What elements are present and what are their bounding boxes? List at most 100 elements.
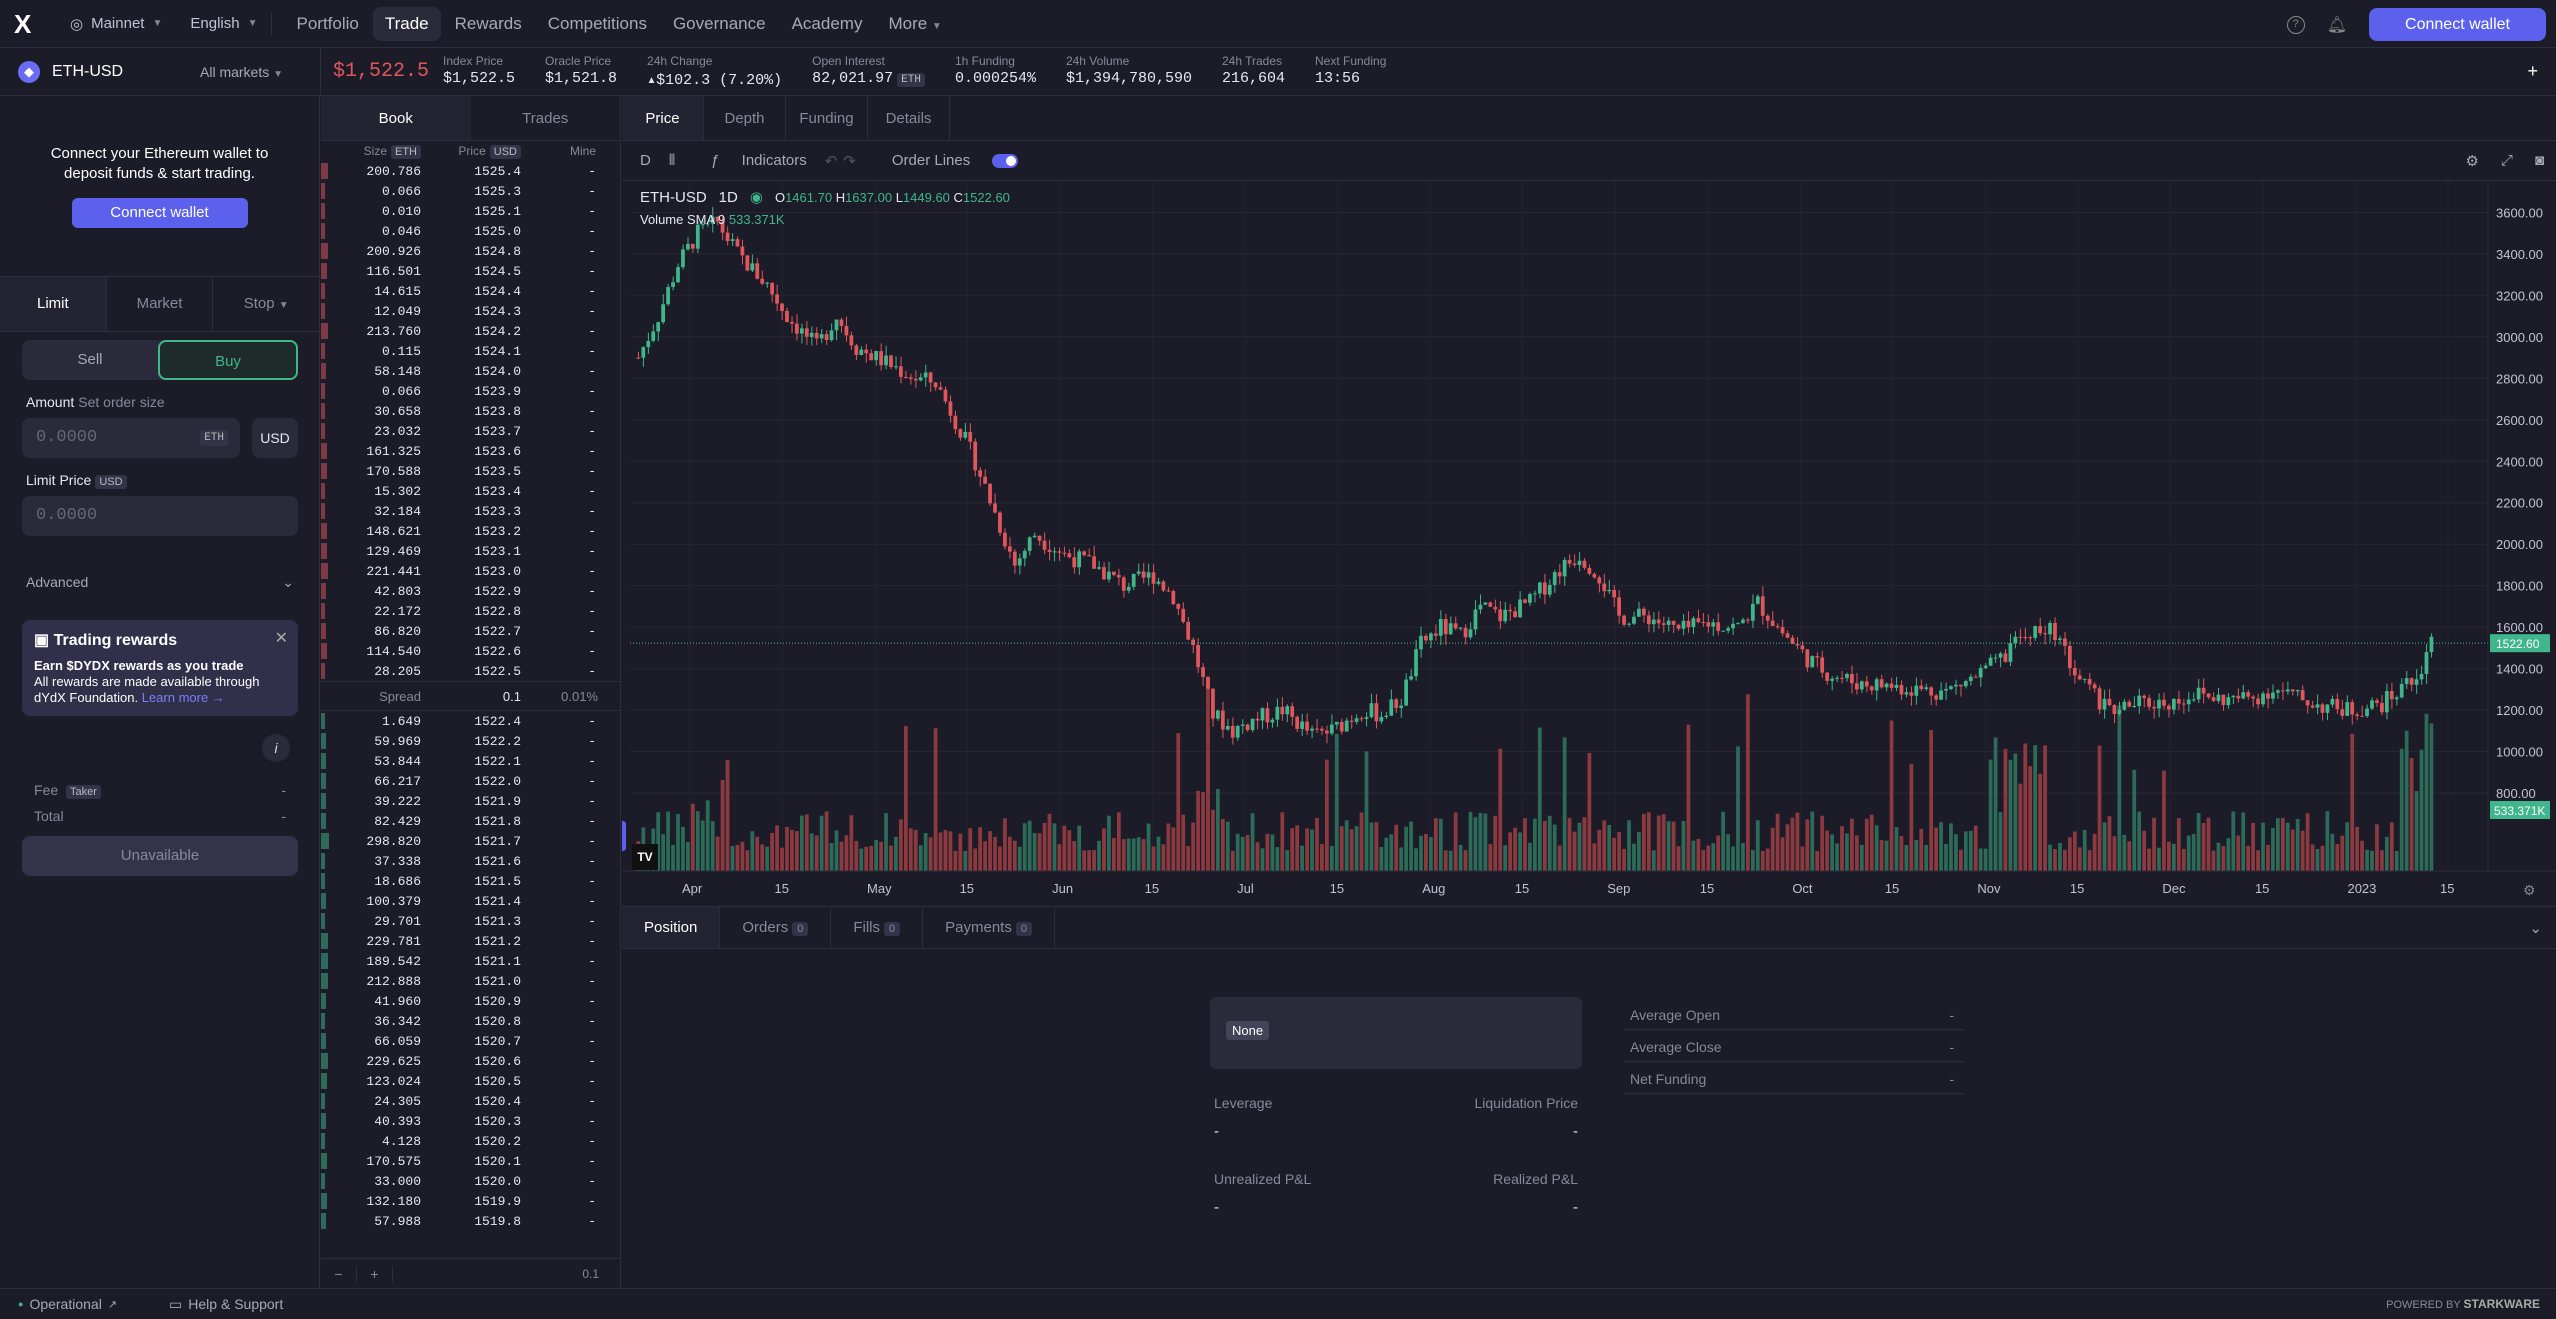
orderbook-row[interactable]: 22.172 1522.8 - <box>321 601 620 621</box>
sell-button[interactable]: Sell <box>22 340 158 380</box>
orderbook-row[interactable]: 0.046 1525.0 - <box>321 221 620 241</box>
buy-button[interactable]: Buy <box>158 340 298 380</box>
orderbook-row[interactable]: 0.066 1523.9 - <box>321 381 620 401</box>
orderbook-row[interactable]: 41.960 1520.9 - <box>321 991 620 1011</box>
orderbook-row[interactable]: 29.701 1521.3 - <box>321 911 620 931</box>
interval-button[interactable]: D <box>640 152 651 169</box>
redo-icon[interactable]: ↷ <box>843 152 856 170</box>
orderbook-row[interactable]: 14.615 1524.4 - <box>321 281 620 301</box>
orderbook-row[interactable]: 40.393 1520.3 - <box>321 1111 620 1131</box>
orderbook-row[interactable]: 66.059 1520.7 - <box>321 1031 620 1051</box>
orderbook-row[interactable]: 148.621 1523.2 - <box>321 521 620 541</box>
tab-depth[interactable]: Depth <box>704 96 786 140</box>
nav-academy[interactable]: Academy <box>780 7 875 41</box>
orderbook-row[interactable]: 132.180 1519.9 - <box>321 1191 620 1211</box>
info-icon[interactable]: i <box>262 734 290 762</box>
limit-price-input[interactable]: 0.0000 <box>22 496 298 536</box>
tab-fills[interactable]: Fills 0 <box>831 907 924 948</box>
nav-competitions[interactable]: Competitions <box>536 7 659 41</box>
order-lines-toggle[interactable]: Order Lines <box>874 152 1019 169</box>
tab-limit[interactable]: Limit <box>0 277 107 331</box>
orderbook-row[interactable]: 0.066 1525.3 - <box>321 181 620 201</box>
tab-details[interactable]: Details <box>868 96 950 140</box>
all-markets-dropdown[interactable]: All markets ▼ <box>200 64 320 80</box>
learn-more-link[interactable]: Learn more → <box>142 690 225 705</box>
price-chart[interactable]: 3800.003600.003400.003200.003000.002800.… <box>622 181 2556 906</box>
advanced-toggle[interactable]: Advanced ⌄ <box>26 574 294 591</box>
nav-more[interactable]: More ▼ <box>876 7 953 41</box>
orderbook-row[interactable]: 100.379 1521.4 - <box>321 891 620 911</box>
usd-toggle-button[interactable]: USD <box>252 418 298 458</box>
orderbook-row[interactable]: 116.501 1524.5 - <box>321 261 620 281</box>
orderbook-row[interactable]: 59.969 1522.2 - <box>321 731 620 751</box>
orderbook-row[interactable]: 24.305 1520.4 - <box>321 1091 620 1111</box>
tab-orders[interactable]: Orders 0 <box>720 907 832 948</box>
tab-market[interactable]: Market <box>107 277 214 331</box>
undo-icon[interactable]: ↶ <box>825 152 838 170</box>
add-widget-icon[interactable]: + <box>2527 61 2538 82</box>
orderbook-row[interactable]: 12.049 1524.3 - <box>321 301 620 321</box>
tab-funding[interactable]: Funding <box>786 96 868 140</box>
nav-governance[interactable]: Governance <box>661 7 778 41</box>
settings-icon[interactable]: ⚙ <box>2465 152 2478 170</box>
orderbook-row[interactable]: 33.000 1520.0 - <box>321 1171 620 1191</box>
market-selector[interactable]: ◆ ETH-USD <box>0 60 200 83</box>
orderbook-row[interactable]: 200.786 1525.4 - <box>321 161 620 181</box>
orderbook-row[interactable]: 15.302 1523.4 - <box>321 481 620 501</box>
orderbook-row[interactable]: 213.760 1524.2 - <box>321 321 620 341</box>
orderbook-row[interactable]: 170.575 1520.1 - <box>321 1151 620 1171</box>
orderbook-row[interactable]: 37.338 1521.6 - <box>321 851 620 871</box>
orderbook-row[interactable]: 32.184 1523.3 - <box>321 501 620 521</box>
nav-portfolio[interactable]: Portfolio <box>284 7 370 41</box>
orderbook-row[interactable]: 86.820 1522.7 - <box>321 621 620 641</box>
orderbook-row[interactable]: 0.010 1525.1 - <box>321 201 620 221</box>
chart-settings-icon[interactable]: ⚙ <box>2523 882 2536 899</box>
close-icon[interactable]: ✕ <box>275 628 288 648</box>
nav-rewards[interactable]: Rewards <box>443 7 534 41</box>
indicators-button[interactable]: ƒ Indicators <box>693 152 807 169</box>
bell-icon[interactable]: 🔔︎ <box>2327 15 2347 35</box>
orderbook-row[interactable]: 229.781 1521.2 - <box>321 931 620 951</box>
status-link[interactable]: ● Operational ↗ <box>18 1296 117 1312</box>
camera-icon[interactable]: ◙ <box>2535 152 2544 169</box>
orderbook-row[interactable]: 189.542 1521.1 - <box>321 951 620 971</box>
amount-input[interactable]: 0.0000 ETH <box>22 418 240 458</box>
tab-price[interactable]: Price <box>622 96 704 140</box>
orderbook-row[interactable]: 170.588 1523.5 - <box>321 461 620 481</box>
network-selector[interactable]: ◎ Mainnet ▼ <box>56 0 176 47</box>
connect-wallet-button-side[interactable]: Connect wallet <box>71 198 248 228</box>
orderbook-row[interactable]: 58.148 1524.0 - <box>321 361 620 381</box>
orderbook-row[interactable]: 53.844 1522.1 - <box>321 751 620 771</box>
orderbook-row[interactable]: 66.217 1522.0 - <box>321 771 620 791</box>
help-support-link[interactable]: ▭ Help & Support <box>169 1296 283 1313</box>
orderbook-row[interactable]: 229.625 1520.6 - <box>321 1051 620 1071</box>
fullscreen-icon[interactable]: ⤢ <box>2501 152 2513 169</box>
orderbook-row[interactable]: 1.649 1522.4 - <box>321 711 620 731</box>
zoom-in-button[interactable]: + <box>357 1265 393 1282</box>
orderbook-row[interactable]: 57.988 1519.8 - <box>321 1211 620 1231</box>
orderbook-row[interactable]: 42.803 1522.9 - <box>321 581 620 601</box>
tab-payments[interactable]: Payments 0 <box>923 907 1055 948</box>
zoom-out-button[interactable]: − <box>321 1265 357 1282</box>
connect-wallet-button[interactable]: Connect wallet <box>2369 8 2546 41</box>
tab-stop[interactable]: Stop ▼ <box>213 277 321 331</box>
orderbook-row[interactable]: 28.205 1522.5 - <box>321 661 620 681</box>
candle-type-icon[interactable]: ⫴ <box>669 152 675 169</box>
tab-book[interactable]: Book <box>321 96 471 140</box>
submit-button-unavailable[interactable]: Unavailable <box>22 836 298 876</box>
orderbook-row[interactable]: 298.820 1521.7 - <box>321 831 620 851</box>
nav-trade[interactable]: Trade <box>372 6 441 41</box>
orderbook-row[interactable]: 30.658 1523.8 - <box>321 401 620 421</box>
orderbook-row[interactable]: 39.222 1521.9 - <box>321 791 620 811</box>
orderbook-row[interactable]: 161.325 1523.6 - <box>321 441 620 461</box>
orderbook-row[interactable]: 114.540 1522.6 - <box>321 641 620 661</box>
orderbook-row[interactable]: 221.441 1523.0 - <box>321 561 620 581</box>
orderbook-row[interactable]: 212.888 1521.0 - <box>321 971 620 991</box>
orderbook-row[interactable]: 0.115 1524.1 - <box>321 341 620 361</box>
collapse-icon[interactable]: ⌄ <box>2529 919 2542 937</box>
toggle-switch[interactable] <box>992 154 1019 169</box>
dydx-logo[interactable]: X <box>14 11 40 37</box>
orderbook-row[interactable]: 23.032 1523.7 - <box>321 421 620 441</box>
orderbook-row[interactable]: 129.469 1523.1 - <box>321 541 620 561</box>
orderbook-row[interactable]: 4.128 1520.2 - <box>321 1131 620 1151</box>
